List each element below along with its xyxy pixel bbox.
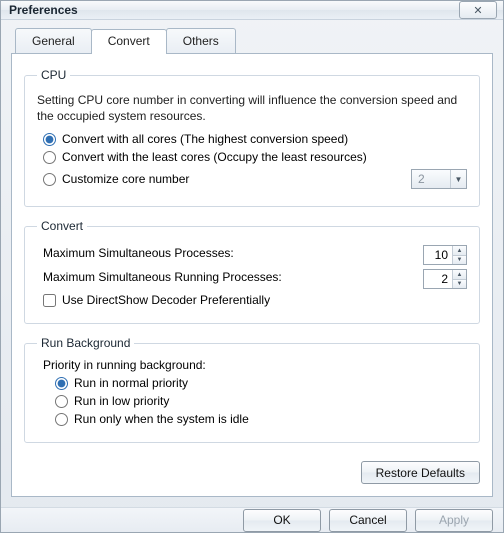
chevron-down-icon: ▼: [450, 170, 466, 188]
radio-cpu-all-label: Convert with all cores (The highest conv…: [62, 132, 348, 146]
max-proc-spin-buttons: ▲ ▼: [452, 246, 466, 264]
radio-cpu-custom-input[interactable]: [43, 173, 56, 186]
spin-down-icon[interactable]: ▼: [453, 280, 466, 289]
tab-others[interactable]: Others: [166, 28, 236, 53]
group-convert: Convert Maximum Simultaneous Processes: …: [24, 219, 480, 324]
group-cpu: CPU Setting CPU core number in convertin…: [24, 68, 480, 207]
tab-convert[interactable]: Convert: [91, 29, 167, 54]
max-proc-input[interactable]: [424, 246, 452, 264]
radio-priority-normal-label: Run in normal priority: [74, 376, 188, 390]
max-run-label: Maximum Simultaneous Running Processes:: [43, 270, 282, 284]
radio-priority-low[interactable]: Run in low priority: [49, 394, 467, 408]
radio-priority-low-label: Run in low priority: [74, 394, 169, 408]
close-button[interactable]: ✕: [459, 1, 497, 19]
max-proc-label: Maximum Simultaneous Processes:: [43, 246, 234, 260]
radio-cpu-custom[interactable]: Customize core number: [37, 172, 189, 186]
close-icon: ✕: [473, 4, 482, 17]
window-title: Preferences: [9, 3, 459, 17]
client-area: General Convert Others CPU Setting CPU c…: [1, 20, 503, 507]
spin-down-icon[interactable]: ▼: [453, 256, 466, 265]
max-run-spinner[interactable]: ▲ ▼: [423, 269, 467, 289]
radio-cpu-all-input[interactable]: [43, 133, 56, 146]
spin-up-icon[interactable]: ▲: [453, 246, 466, 256]
radio-cpu-least-label: Convert with the least cores (Occupy the…: [62, 150, 367, 164]
ok-button[interactable]: OK: [243, 509, 321, 532]
restore-defaults-button[interactable]: Restore Defaults: [361, 461, 480, 484]
directshow-check[interactable]: Use DirectShow Decoder Preferentially: [37, 293, 467, 307]
max-proc-spinner[interactable]: ▲ ▼: [423, 245, 467, 265]
radio-priority-idle[interactable]: Run only when the system is idle: [49, 412, 467, 426]
apply-button[interactable]: Apply: [415, 509, 493, 532]
cpu-description: Setting CPU core number in converting wi…: [37, 92, 467, 124]
directshow-checkbox[interactable]: [43, 294, 56, 307]
radio-priority-low-input[interactable]: [55, 395, 68, 408]
max-run-input[interactable]: [424, 270, 452, 288]
group-runbg-legend: Run Background: [37, 336, 134, 350]
radio-priority-idle-label: Run only when the system is idle: [74, 412, 249, 426]
cpu-core-value: 2: [412, 170, 450, 188]
preferences-window: Preferences ✕ General Convert Others CPU…: [0, 0, 504, 533]
radio-priority-normal-input[interactable]: [55, 377, 68, 390]
runbg-prompt: Priority in running background:: [43, 358, 467, 372]
cancel-button[interactable]: Cancel: [329, 509, 407, 532]
group-run-background: Run Background Priority in running backg…: [24, 336, 480, 443]
radio-priority-idle-input[interactable]: [55, 413, 68, 426]
max-run-spin-buttons: ▲ ▼: [452, 270, 466, 288]
group-convert-legend: Convert: [37, 219, 87, 233]
spin-up-icon[interactable]: ▲: [453, 270, 466, 280]
group-cpu-legend: CPU: [37, 68, 70, 82]
dialog-footer: OK Cancel Apply: [1, 507, 503, 532]
directshow-label: Use DirectShow Decoder Preferentially: [62, 293, 270, 307]
tab-panel-convert: CPU Setting CPU core number in convertin…: [11, 53, 493, 497]
cpu-core-combo[interactable]: 2 ▼: [411, 169, 467, 189]
radio-cpu-least-input[interactable]: [43, 151, 56, 164]
titlebar: Preferences ✕: [1, 1, 503, 20]
radio-cpu-custom-label: Customize core number: [62, 172, 189, 186]
radio-cpu-all[interactable]: Convert with all cores (The highest conv…: [37, 132, 467, 146]
tab-general[interactable]: General: [15, 28, 92, 53]
radio-priority-normal[interactable]: Run in normal priority: [49, 376, 467, 390]
radio-cpu-least[interactable]: Convert with the least cores (Occupy the…: [37, 150, 467, 164]
tab-strip: General Convert Others: [15, 28, 493, 53]
